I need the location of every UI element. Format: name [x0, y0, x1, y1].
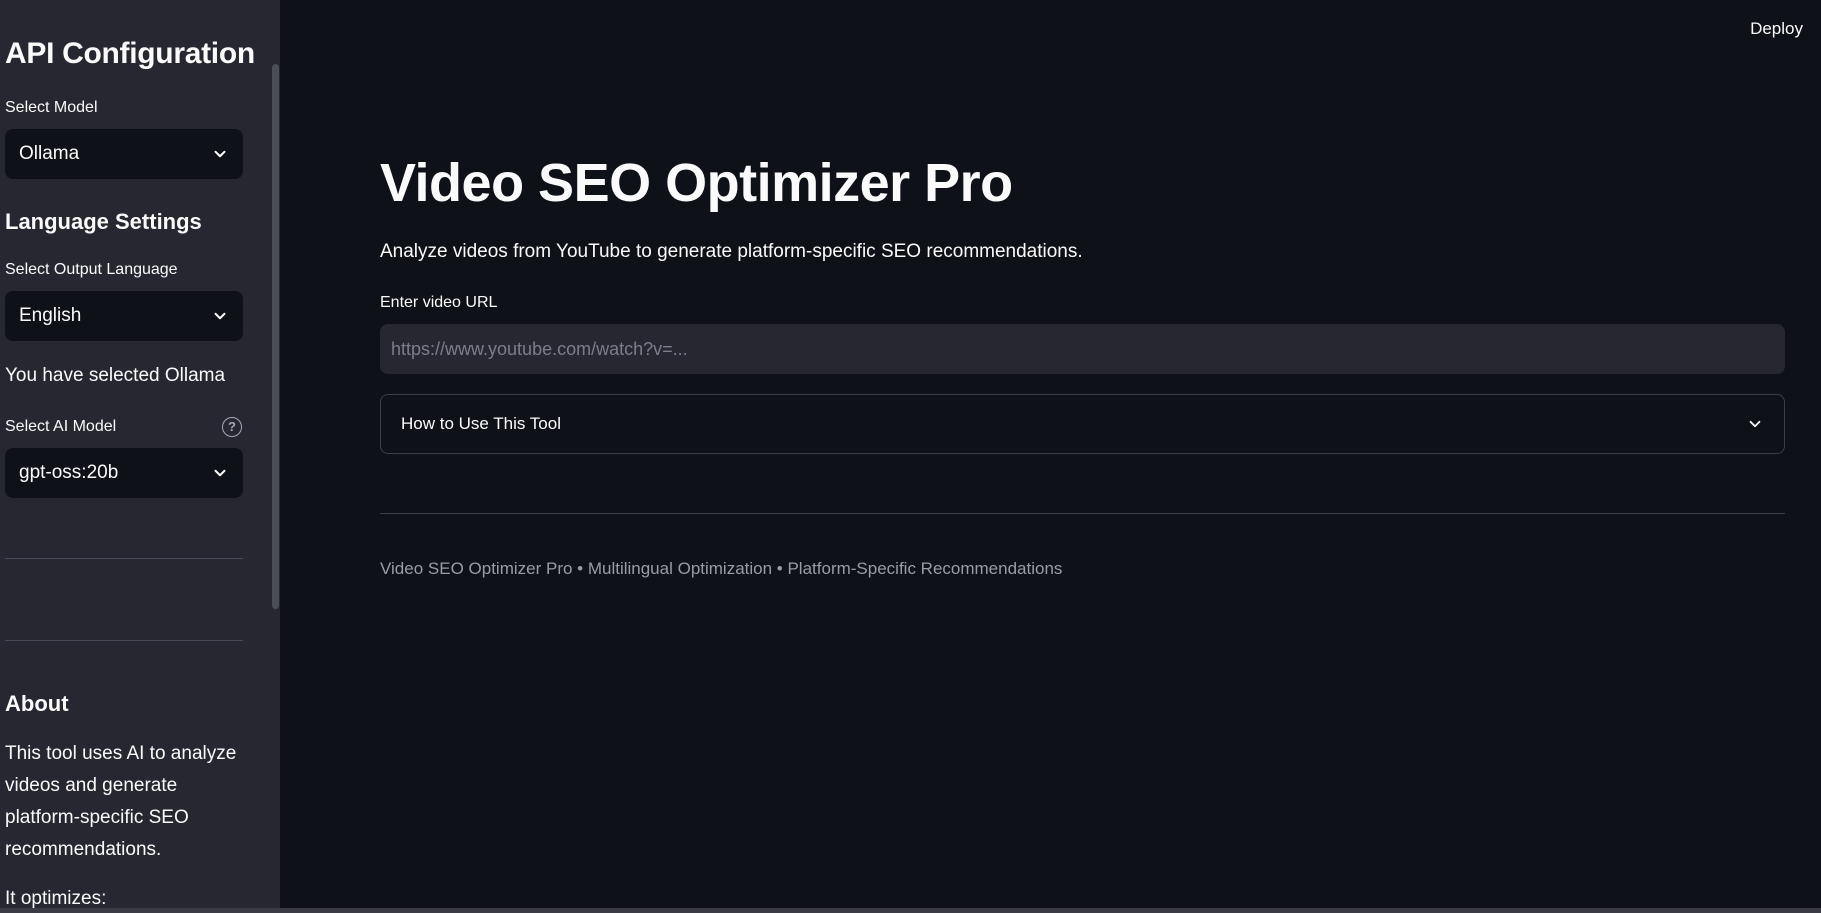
about-heading: About: [5, 691, 69, 716]
video-url-input[interactable]: [380, 324, 1785, 374]
ai-model-select-value: gpt-oss:20b: [19, 462, 119, 483]
sidebar-scrollbar[interactable]: [272, 64, 279, 609]
how-to-use-expander[interactable]: How to Use This Tool: [380, 394, 1785, 454]
chevron-down-icon: [214, 469, 226, 477]
about-text: This tool uses AI to analyze videos and …: [5, 743, 237, 860]
sidebar: API Configuration Select Model Ollama La…: [0, 0, 280, 908]
chevron-down-icon: [214, 312, 226, 320]
language-select[interactable]: English: [5, 291, 243, 341]
model-select[interactable]: Ollama: [5, 129, 243, 179]
bottom-scrollbar: [0, 908, 1821, 913]
sidebar-divider: [5, 558, 243, 559]
optimizes-text: It optimizes:: [5, 888, 107, 908]
model-select-value: Ollama: [19, 143, 80, 164]
chevron-down-icon: [1749, 420, 1761, 428]
expander-label: How to Use This Tool: [401, 414, 561, 433]
select-ai-model-label: Select AI Model: [5, 418, 117, 435]
help-icon[interactable]: ?: [222, 417, 242, 437]
select-output-language-label: Select Output Language: [5, 261, 178, 278]
page-subtitle: Analyze videos from YouTube to generate …: [380, 241, 1083, 262]
page-title: Video SEO Optimizer Pro: [380, 153, 1013, 213]
footer-text: Video SEO Optimizer Pro • Multilingual O…: [380, 559, 1063, 578]
video-url-label: Enter video URL: [380, 294, 498, 311]
content-divider: [380, 513, 1785, 514]
selected-model-text: You have selected Ollama: [5, 365, 226, 386]
main-content: Deploy Video SEO Optimizer Pro Analyze v…: [280, 0, 1821, 908]
language-select-value: English: [19, 305, 82, 326]
sidebar-divider: [5, 640, 243, 641]
select-model-label: Select Model: [5, 99, 98, 116]
deploy-button[interactable]: Deploy: [1750, 19, 1803, 39]
ai-model-select[interactable]: gpt-oss:20b: [5, 448, 243, 498]
language-settings-heading: Language Settings: [5, 209, 202, 234]
chevron-down-icon: [214, 150, 226, 158]
api-configuration-heading: API Configuration: [5, 37, 255, 70]
